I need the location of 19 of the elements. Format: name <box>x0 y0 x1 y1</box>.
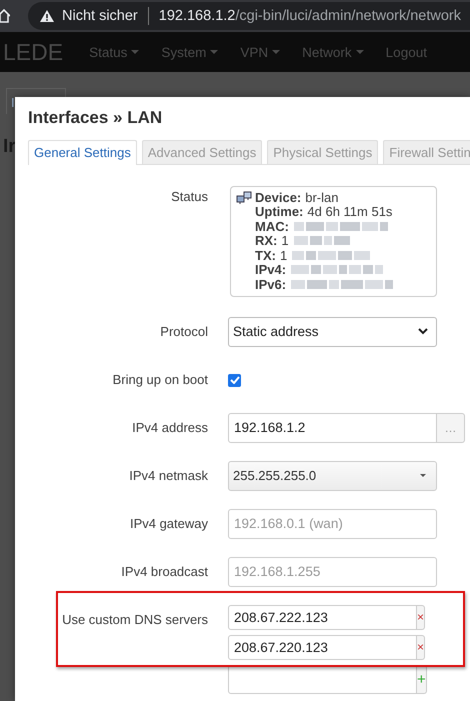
field-label: IPv4 broadcast <box>120 562 208 580</box>
field-label: IPv4 netmask <box>128 466 208 484</box>
status-text: Uptime: 4d 6h 11m 51s <box>255 204 392 220</box>
field-label: Protocol <box>159 322 208 340</box>
status-text: Device: br-lan <box>255 190 338 205</box>
status-text: TX: 1 <box>255 248 288 263</box>
field-label: Status <box>170 188 208 206</box>
field-label: Use custom DNS servers <box>61 610 208 628</box>
modal-title: Interfaces » LAN <box>28 108 164 128</box>
field-label: IPv4 address <box>131 418 208 436</box>
security-label: Nicht sicher <box>62 8 138 24</box>
status-text: IPv6: <box>255 276 286 292</box>
status-text: IPv4: <box>255 262 286 278</box>
field-label: IPv4 gateway <box>128 514 208 533</box>
field-label: Bring up on boot <box>112 370 208 389</box>
status-text: MAC: <box>255 218 289 234</box>
url-text: 192.168.1.2/cgi-bin/luci/admin/network/network <box>158 8 462 24</box>
status-text: RX: 1 <box>255 233 289 248</box>
brand-logo: LEDE <box>3 38 64 66</box>
